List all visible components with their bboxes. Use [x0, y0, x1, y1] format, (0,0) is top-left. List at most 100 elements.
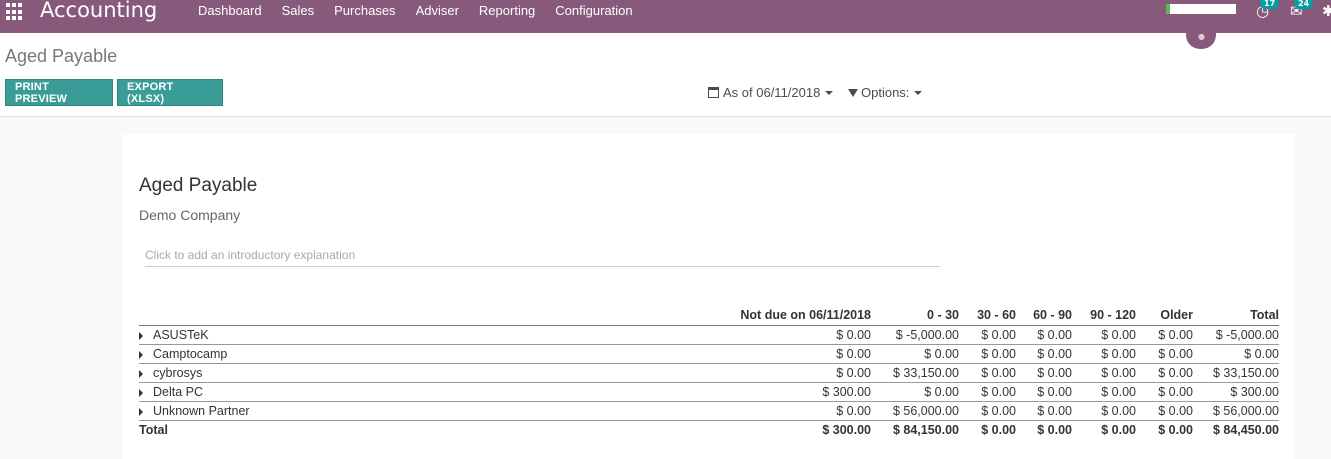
- app-brand: Accounting: [40, 0, 158, 22]
- user-avatar-tab[interactable]: ●: [1186, 24, 1216, 49]
- report-title: Aged Payable: [139, 175, 258, 196]
- column-header-name: [139, 306, 719, 326]
- column-header-not-due: Not due on 06/11/2018: [719, 306, 871, 326]
- amount-cell: $ 56,000.00: [871, 401, 959, 421]
- column-header-older: Older: [1136, 306, 1193, 326]
- amount-cell: $ 0.00: [871, 344, 959, 364]
- caret-down-icon: [825, 90, 834, 95]
- partner-cell[interactable]: Unknown Partner: [139, 401, 719, 421]
- amount-cell: $ 0.00: [1016, 401, 1072, 421]
- options-filter-label: Options:: [861, 85, 910, 100]
- date-filter-dropdown[interactable]: As of 06/11/2018: [708, 85, 834, 100]
- calendar-icon: [708, 87, 719, 98]
- onboarding-progress-bar[interactable]: [1166, 4, 1236, 14]
- expand-caret-icon[interactable]: [139, 369, 143, 378]
- messages-badge: 24: [1294, 0, 1314, 9]
- column-header-60-90: 60 - 90: [1016, 306, 1072, 326]
- amount-cell: $ 0.00: [1136, 382, 1193, 402]
- menu-sales[interactable]: Sales: [272, 0, 325, 22]
- amount-cell: $ 0.00: [1072, 344, 1136, 364]
- partner-cell[interactable]: cybrosys: [139, 363, 719, 383]
- control-panel: Aged Payable PRINT PREVIEW EXPORT (XLSX)…: [0, 33, 1331, 117]
- filter-funnel-icon: [848, 88, 858, 97]
- amount-cell: $ 56,000.00: [1193, 401, 1279, 421]
- report-sheet: Aged Payable Demo Company Click to add a…: [123, 134, 1295, 459]
- expand-caret-icon[interactable]: [139, 331, 143, 340]
- total-row: Total $ 300.00 $ 84,150.00 $ 0.00 $ 0.00…: [139, 421, 1279, 440]
- apps-grid-icon[interactable]: [6, 3, 24, 21]
- amount-cell: $ 0.00: [1072, 363, 1136, 383]
- column-header-90-120: 90 - 120: [1072, 306, 1136, 326]
- amount-cell: $ 0.00: [1072, 401, 1136, 421]
- menu-reporting[interactable]: Reporting: [469, 0, 545, 22]
- amount-cell: $ 0.00: [871, 382, 959, 402]
- messages-chat-icon[interactable]: ✉ 24: [1290, 0, 1314, 20]
- table-row[interactable]: Unknown Partner $ 0.00 $ 56,000.00 $ 0.0…: [139, 401, 1279, 421]
- amount-cell: $ 300.00: [719, 382, 871, 402]
- amount-cell: $ -5,000.00: [1193, 325, 1279, 345]
- amount-cell: $ 33,150.00: [871, 363, 959, 383]
- amount-cell: $ 0.00: [959, 401, 1016, 421]
- table-row[interactable]: cybrosys $ 0.00 $ 33,150.00 $ 0.00 $ 0.0…: [139, 363, 1279, 383]
- amount-cell: $ 300.00: [1193, 382, 1279, 402]
- amount-cell: $ 33,150.00: [1193, 363, 1279, 383]
- table-header-row: Not due on 06/11/2018 0 - 30 30 - 60 60 …: [139, 306, 1279, 326]
- main-menu: Dashboard Sales Purchases Adviser Report…: [188, 0, 643, 22]
- menu-configuration[interactable]: Configuration: [545, 0, 642, 22]
- date-filter-label: As of 06/11/2018: [723, 85, 821, 100]
- debug-icon[interactable]: ✱: [1322, 2, 1331, 20]
- amount-cell: $ 0.00: [959, 363, 1016, 383]
- table-row[interactable]: Delta PC $ 300.00 $ 0.00 $ 0.00 $ 0.00 $…: [139, 382, 1279, 402]
- partner-cell[interactable]: Delta PC: [139, 382, 719, 402]
- menu-purchases[interactable]: Purchases: [324, 0, 405, 22]
- amount-cell: $ 0.00: [1136, 401, 1193, 421]
- amount-cell: $ 0.00: [1136, 344, 1193, 364]
- total-cell: $ 84,150.00: [892, 423, 959, 438]
- amount-cell: $ 0.00: [719, 344, 871, 364]
- options-filter-dropdown[interactable]: Options:: [848, 85, 923, 100]
- aged-payable-table: Not due on 06/11/2018 0 - 30 30 - 60 60 …: [139, 306, 1279, 440]
- partner-cell[interactable]: ASUSTeK: [139, 325, 719, 345]
- top-navbar: Accounting Dashboard Sales Purchases Adv…: [0, 0, 1331, 33]
- total-cell: $ 0.00: [1158, 423, 1193, 438]
- partner-cell[interactable]: Camptocamp: [139, 344, 719, 364]
- column-header-total: Total: [1193, 306, 1279, 326]
- partner-name: Delta PC: [153, 385, 204, 399]
- table-row[interactable]: Camptocamp $ 0.00 $ 0.00 $ 0.00 $ 0.00 $…: [139, 344, 1279, 364]
- avatar-icon: ●: [1198, 32, 1205, 41]
- export-xlsx-button[interactable]: EXPORT (XLSX): [117, 79, 223, 106]
- amount-cell: $ 0.00: [719, 401, 871, 421]
- activity-badge: 17: [1260, 0, 1280, 9]
- amount-cell: $ 0.00: [719, 325, 871, 345]
- page-title: Aged Payable: [5, 46, 118, 66]
- partner-name: Unknown Partner: [153, 404, 250, 418]
- amount-cell: $ 0.00: [1016, 325, 1072, 345]
- amount-cell: $ 0.00: [1016, 382, 1072, 402]
- amount-cell: $ 0.00: [1136, 363, 1193, 383]
- print-preview-button[interactable]: PRINT PREVIEW: [5, 79, 113, 106]
- amount-cell: $ -5,000.00: [871, 325, 959, 345]
- expand-caret-icon[interactable]: [139, 407, 143, 416]
- total-label: Total: [139, 423, 168, 438]
- amount-cell: $ 0.00: [1136, 325, 1193, 345]
- amount-cell: $ 0.00: [959, 325, 1016, 345]
- partner-name: cybrosys: [153, 366, 203, 380]
- total-cell: $ 300.00: [822, 423, 871, 438]
- amount-cell: $ 0.00: [1072, 325, 1136, 345]
- company-name: Demo Company: [139, 207, 241, 223]
- total-cell: $ 84,450.00: [1212, 423, 1279, 438]
- amount-cell: $ 0.00: [959, 344, 1016, 364]
- column-header-0-30: 0 - 30: [871, 306, 959, 326]
- menu-adviser[interactable]: Adviser: [406, 0, 469, 22]
- total-cell: $ 0.00: [981, 423, 1016, 438]
- intro-explanation-field[interactable]: Click to add an introductory explanation: [145, 248, 940, 267]
- total-cell: $ 0.00: [1037, 423, 1072, 438]
- activity-clock-icon[interactable]: ◷ 17: [1256, 0, 1280, 20]
- table-row[interactable]: ASUSTeK $ 0.00 $ -5,000.00 $ 0.00 $ 0.00…: [139, 325, 1279, 345]
- menu-dashboard[interactable]: Dashboard: [188, 0, 272, 22]
- expand-caret-icon[interactable]: [139, 388, 143, 397]
- amount-cell: $ 0.00: [719, 363, 871, 383]
- expand-caret-icon[interactable]: [139, 350, 143, 359]
- amount-cell: $ 0.00: [1016, 344, 1072, 364]
- partner-name: ASUSTeK: [153, 328, 209, 342]
